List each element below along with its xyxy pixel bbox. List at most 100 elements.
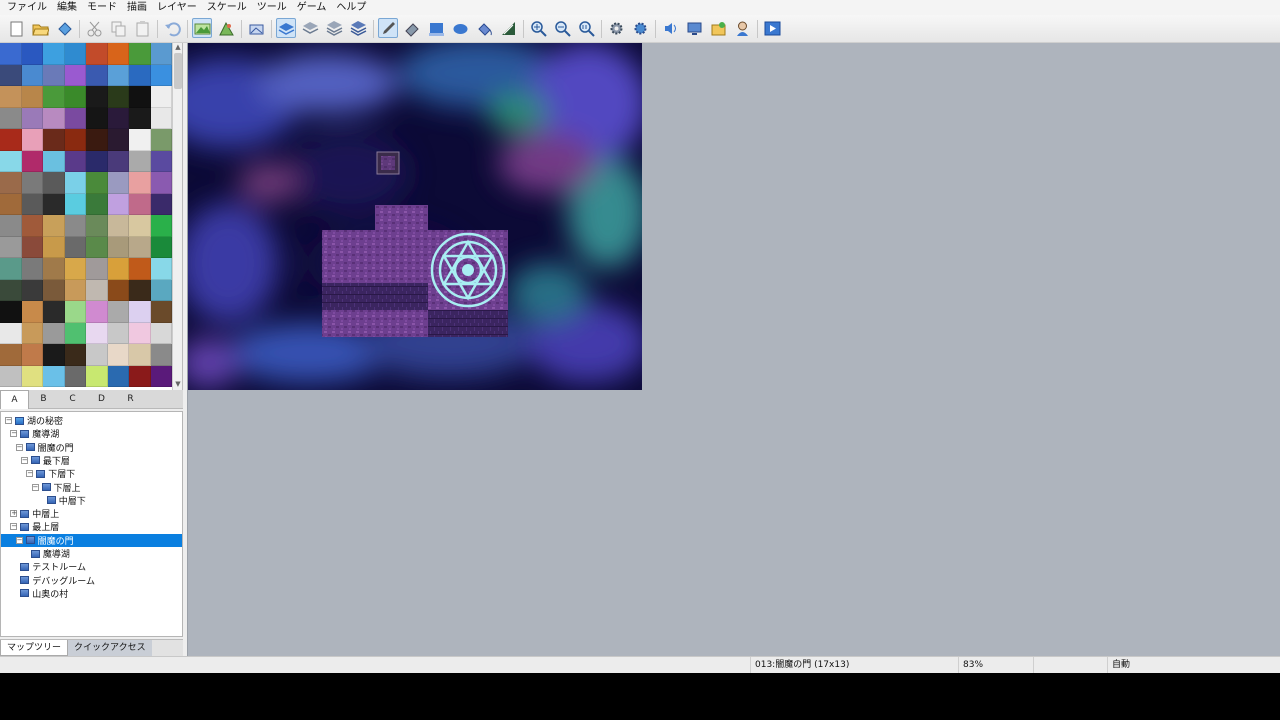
tile-cell[interactable] bbox=[86, 279, 108, 301]
tile-cell[interactable] bbox=[86, 365, 108, 387]
map-tree-item[interactable]: テストルーム bbox=[1, 560, 182, 573]
tile-cell[interactable] bbox=[0, 301, 22, 323]
tileset-tab-c[interactable]: C bbox=[58, 390, 87, 409]
tile-cell[interactable] bbox=[64, 215, 86, 237]
zoom-out-button[interactable] bbox=[552, 18, 572, 38]
tile-cell[interactable] bbox=[0, 344, 22, 366]
tile-cell[interactable] bbox=[0, 64, 22, 86]
tile-cell[interactable] bbox=[43, 193, 65, 215]
expand-icon[interactable]: + bbox=[10, 510, 18, 518]
tile-cell[interactable] bbox=[43, 301, 65, 323]
menu-item[interactable]: 描画 bbox=[122, 0, 152, 15]
map-tree-item[interactable]: − 最上層 bbox=[1, 520, 182, 533]
tile-cell[interactable] bbox=[21, 258, 43, 280]
map-tree-item[interactable]: − 下層上 bbox=[1, 481, 182, 494]
tile-cell[interactable] bbox=[86, 150, 108, 172]
tile-cell[interactable] bbox=[21, 344, 43, 366]
tileset-scrollbar[interactable]: ▲ ▼ bbox=[172, 43, 182, 390]
tile-cell[interactable] bbox=[43, 279, 65, 301]
tile-cell[interactable] bbox=[64, 107, 86, 129]
tile-cell[interactable] bbox=[21, 150, 43, 172]
tile-cell[interactable] bbox=[21, 279, 43, 301]
playtest-button[interactable] bbox=[762, 18, 782, 38]
tileset-tab-d[interactable]: D bbox=[87, 390, 116, 409]
tile-cell[interactable] bbox=[107, 150, 129, 172]
tile-cell[interactable] bbox=[86, 129, 108, 151]
tile-cell[interactable] bbox=[129, 236, 151, 258]
tile-cell[interactable] bbox=[43, 172, 65, 194]
collapse-icon[interactable]: − bbox=[26, 470, 34, 478]
tile-cell[interactable] bbox=[150, 150, 172, 172]
tile-cell[interactable] bbox=[43, 344, 65, 366]
collapse-icon[interactable]: − bbox=[15, 536, 23, 544]
tile-cell[interactable] bbox=[43, 86, 65, 108]
map-tree[interactable]: − 湖の秘密 − 魔導湖 − 闇魔の門 − 最下層 − 下層下 − 下層上 中層下 + 中層上 − 最上層 − 闇魔… bbox=[0, 411, 183, 637]
tile-cell[interactable] bbox=[43, 107, 65, 129]
database-button[interactable] bbox=[606, 18, 626, 38]
tile-cell[interactable] bbox=[43, 64, 65, 86]
tile-cell[interactable] bbox=[129, 322, 151, 344]
tile-cell[interactable] bbox=[129, 193, 151, 215]
tile-cell[interactable] bbox=[129, 86, 151, 108]
tile-cell[interactable] bbox=[86, 215, 108, 237]
tile-cell[interactable] bbox=[43, 258, 65, 280]
tile-cell[interactable] bbox=[86, 86, 108, 108]
collapse-icon[interactable]: − bbox=[15, 443, 23, 451]
tile-cell[interactable] bbox=[107, 107, 129, 129]
resource-manager-button[interactable] bbox=[708, 18, 728, 38]
map-tree-item[interactable]: − 最下層 bbox=[1, 454, 182, 467]
tile-cell[interactable] bbox=[150, 258, 172, 280]
map-tree-item[interactable]: 魔導湖 bbox=[1, 547, 182, 560]
tile-cell[interactable] bbox=[150, 129, 172, 151]
tile-cell[interactable] bbox=[0, 365, 22, 387]
tile-cell[interactable] bbox=[21, 172, 43, 194]
layer-2-button[interactable] bbox=[300, 18, 320, 38]
tile-cell[interactable] bbox=[21, 129, 43, 151]
tile-cell[interactable] bbox=[129, 64, 151, 86]
sound-test-button[interactable] bbox=[660, 18, 680, 38]
tile-cell[interactable] bbox=[129, 215, 151, 237]
rectangle-button[interactable] bbox=[426, 18, 446, 38]
tile-cell[interactable] bbox=[129, 258, 151, 280]
zoom-in-button[interactable] bbox=[528, 18, 548, 38]
zoom-actual-button[interactable] bbox=[576, 18, 596, 38]
map-tree-item[interactable]: − 闇魔の門 bbox=[1, 441, 182, 454]
tile-cell[interactable] bbox=[150, 215, 172, 237]
tile-cell[interactable] bbox=[64, 43, 86, 65]
tile-cell[interactable] bbox=[64, 258, 86, 280]
tile-cell[interactable] bbox=[150, 64, 172, 86]
tile-cell[interactable] bbox=[0, 258, 22, 280]
menu-item[interactable]: スケール bbox=[202, 0, 252, 15]
scroll-up-icon[interactable]: ▲ bbox=[173, 43, 182, 53]
map-tree-item[interactable]: デバッグルーム bbox=[1, 574, 182, 587]
menu-item[interactable]: モード bbox=[82, 0, 122, 15]
tile-cell[interactable] bbox=[129, 279, 151, 301]
tile-cell[interactable] bbox=[107, 365, 129, 387]
tileset-tab-b[interactable]: B bbox=[29, 390, 58, 409]
menu-item[interactable]: ゲーム bbox=[292, 0, 332, 15]
tile-cell[interactable] bbox=[150, 365, 172, 387]
mode-event-button[interactable] bbox=[246, 18, 266, 38]
tile-cell[interactable] bbox=[64, 172, 86, 194]
tile-cell[interactable] bbox=[150, 43, 172, 65]
tile-cell[interactable] bbox=[0, 215, 22, 237]
map-tree-item[interactable]: − 魔導湖 bbox=[1, 427, 182, 440]
tile-cell[interactable] bbox=[150, 193, 172, 215]
tile-cell[interactable] bbox=[21, 215, 43, 237]
tile-cell[interactable] bbox=[43, 215, 65, 237]
open-project-button[interactable] bbox=[30, 18, 50, 38]
tile-cell[interactable] bbox=[21, 43, 43, 65]
tile-cell[interactable] bbox=[86, 258, 108, 280]
tile-cell[interactable] bbox=[0, 150, 22, 172]
fill-button[interactable] bbox=[474, 18, 494, 38]
tile-cell[interactable] bbox=[0, 172, 22, 194]
pencil-button[interactable] bbox=[378, 18, 398, 38]
tile-cell[interactable] bbox=[150, 172, 172, 194]
undo-button[interactable] bbox=[162, 18, 182, 38]
tile-cell[interactable] bbox=[150, 236, 172, 258]
layer-4-button[interactable] bbox=[348, 18, 368, 38]
menu-item[interactable]: ファイル bbox=[2, 0, 52, 15]
map-view[interactable] bbox=[187, 43, 1280, 656]
cut-button[interactable] bbox=[84, 18, 104, 38]
tile-cell[interactable] bbox=[107, 322, 129, 344]
